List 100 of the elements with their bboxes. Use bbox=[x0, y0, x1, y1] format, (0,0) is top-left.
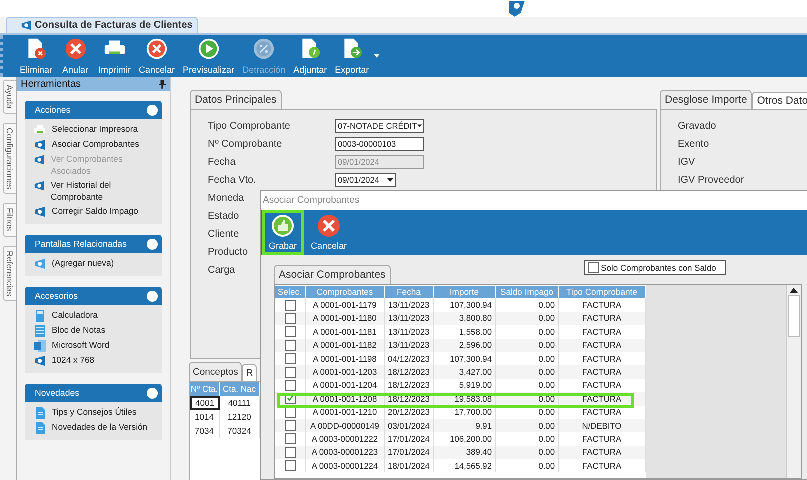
group-tab[interactable]: R bbox=[242, 364, 258, 381]
side-tab[interactable]: Referencias bbox=[3, 246, 16, 301]
section-header[interactable]: Novedades bbox=[25, 384, 162, 402]
document-tab[interactable]: Consulta de Facturas de Clientes bbox=[6, 17, 198, 33]
word-icon bbox=[34, 340, 46, 352]
table-cell: 1014 bbox=[190, 410, 220, 424]
cancel-icon bbox=[64, 38, 87, 60]
section-title: Acciones bbox=[35, 105, 71, 115]
table-cell: 13/11/2023 bbox=[385, 338, 434, 352]
toolbar-button[interactable]: Exportar bbox=[332, 35, 372, 77]
scrollbar-thumb[interactable] bbox=[788, 295, 800, 337]
panel-link[interactable]: Asociar Comprobantes bbox=[52, 139, 140, 150]
dialog-button[interactable]: Cancelar bbox=[304, 210, 354, 255]
table-cell: A 00DD-00000149 bbox=[306, 418, 385, 432]
collapse-toggle[interactable] bbox=[147, 388, 158, 398]
field-label: Exento bbox=[678, 138, 710, 150]
row-checkbox[interactable] bbox=[284, 353, 296, 364]
side-tab[interactable]: Filtros bbox=[3, 203, 16, 237]
panel-link[interactable]: Calculadora bbox=[52, 310, 98, 322]
table-cell: 3,800.80 bbox=[434, 312, 496, 326]
play-icon bbox=[198, 38, 220, 60]
logo-icon bbox=[34, 139, 46, 151]
panel-link[interactable]: Microsoft Word bbox=[52, 340, 110, 352]
table-cell: 0.00 bbox=[496, 312, 559, 326]
table-cell: 13/11/2023 bbox=[385, 312, 434, 326]
printer-icon bbox=[34, 124, 46, 136]
section-header[interactable]: Pantallas Relacionadas bbox=[25, 235, 162, 253]
cancel-icon bbox=[146, 38, 168, 60]
section-title: Pantallas Relacionadas bbox=[35, 239, 127, 249]
logo-icon bbox=[34, 180, 45, 192]
table-cell: FACTURA bbox=[559, 338, 646, 352]
table-cell: A 0001-001-1182 bbox=[306, 338, 385, 352]
field-label: Gravado bbox=[678, 120, 716, 132]
row-checkbox[interactable] bbox=[284, 446, 296, 458]
row-checkbox[interactable] bbox=[284, 340, 296, 351]
field-label: Carga bbox=[208, 264, 236, 276]
row-checkbox[interactable] bbox=[284, 380, 296, 391]
panel-link[interactable]: Tips y Consejos Útiles bbox=[52, 407, 137, 418]
logo-icon bbox=[34, 154, 46, 166]
toolbar-button[interactable]: Eliminar bbox=[17, 35, 56, 77]
table-cell: 18/12/2023 bbox=[385, 378, 434, 392]
field-label: Moneda bbox=[208, 192, 244, 204]
calculator-icon bbox=[34, 310, 46, 322]
table-cell: 03/01/2024 bbox=[385, 418, 434, 432]
document-icon bbox=[34, 407, 46, 419]
panel-link[interactable]: Corregir Saldo Impago bbox=[52, 206, 138, 218]
panel-link[interactable]: Seleccionar Impresora bbox=[52, 124, 138, 136]
field-label: Fecha bbox=[208, 156, 236, 168]
document-icon bbox=[34, 422, 46, 434]
section-header[interactable]: Accesorios bbox=[25, 287, 162, 305]
table-cell: 04/12/2023 bbox=[385, 352, 434, 366]
scroll-up-icon[interactable] bbox=[790, 288, 798, 293]
row-checkbox[interactable] bbox=[284, 366, 296, 378]
table-cell: 9.91 bbox=[434, 418, 496, 432]
table-cell: FACTURA bbox=[559, 365, 646, 379]
document-tab-title: Consulta de Facturas de Clientes bbox=[35, 20, 193, 31]
side-tab[interactable]: Ayuda bbox=[3, 80, 16, 114]
toolbar-button[interactable]: Anular bbox=[58, 35, 94, 77]
row-checkbox[interactable] bbox=[284, 326, 296, 338]
panel-link[interactable]: Ver Historial del Comprobante bbox=[50, 180, 156, 203]
field-label: Fecha Vto. bbox=[208, 174, 256, 186]
panel-link[interactable]: 1024 x 768 bbox=[52, 355, 95, 366]
table-cell: A 0003-00001223 bbox=[306, 446, 385, 460]
toolbar-button[interactable]: Imprimir bbox=[96, 35, 134, 77]
row-checkbox[interactable] bbox=[284, 300, 296, 311]
toolbar-button[interactable]: Cancelar bbox=[136, 35, 178, 77]
collapse-toggle[interactable] bbox=[147, 290, 158, 302]
table-cell: FACTURA bbox=[559, 378, 646, 392]
cancel-icon bbox=[317, 214, 342, 238]
table-cell: N/DEBITO bbox=[559, 418, 646, 432]
filter-checkbox[interactable]: Solo Comprobantes con Saldo bbox=[584, 260, 726, 275]
group-tab[interactable]: Asociar Comprobantes bbox=[274, 265, 391, 284]
row-checkbox[interactable] bbox=[284, 312, 296, 324]
table-cell: 3,427.00 bbox=[434, 365, 496, 379]
date-field[interactable]: 09/01/2024 bbox=[335, 173, 396, 187]
pin-icon[interactable] bbox=[159, 80, 166, 88]
section-header[interactable]: Acciones bbox=[25, 101, 162, 119]
collapse-toggle[interactable] bbox=[147, 238, 158, 250]
field-label: Estado bbox=[208, 210, 240, 222]
logo-icon bbox=[34, 258, 46, 270]
group-tab[interactable]: Desglose Importe bbox=[660, 90, 752, 109]
table-cell: 4001 bbox=[190, 396, 220, 410]
row-checkbox[interactable] bbox=[284, 460, 296, 472]
row-checkbox[interactable] bbox=[284, 420, 296, 432]
group-tab[interactable]: Datos Principales bbox=[190, 90, 282, 109]
select-field[interactable]: 07-NOTADE CRÉDIT bbox=[335, 119, 424, 133]
caret-icon[interactable] bbox=[374, 54, 380, 58]
row-checkbox[interactable] bbox=[284, 433, 296, 444]
logo-icon bbox=[21, 20, 32, 31]
input-field[interactable]: 0003-00000103 bbox=[335, 137, 424, 151]
toolbar-button[interactable]: Adjuntar bbox=[290, 35, 330, 77]
group-tab[interactable]: Conceptos bbox=[189, 362, 242, 381]
toolbar-button[interactable]: Previsualizar bbox=[180, 35, 238, 77]
panel-link[interactable]: Bloc de Notas bbox=[52, 325, 106, 336]
dialog-button[interactable]: Grabar bbox=[262, 210, 304, 255]
panel-link[interactable]: Novedades de la Versión bbox=[52, 422, 148, 434]
panel-link[interactable]: (Agregar nueva) bbox=[52, 258, 114, 270]
side-tab[interactable]: Configuraciones bbox=[3, 122, 16, 194]
table-cell: 17/01/2024 bbox=[385, 446, 434, 460]
collapse-toggle[interactable] bbox=[147, 104, 158, 116]
